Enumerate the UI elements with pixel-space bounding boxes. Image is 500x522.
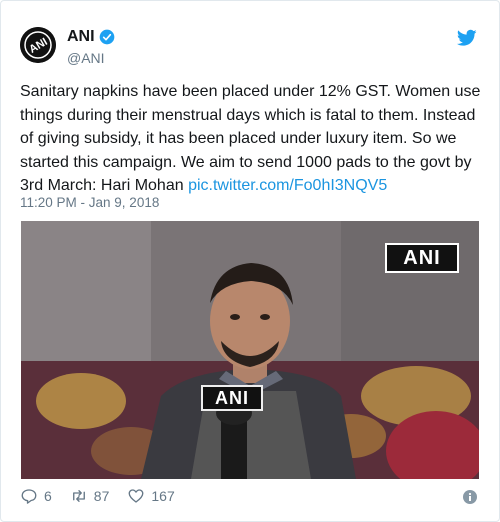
retweet-count: 87 (93, 488, 110, 504)
reply-icon (21, 489, 37, 504)
author-name[interactable]: ANI (67, 28, 95, 46)
like-count: 167 (151, 488, 175, 504)
tweet-card: ANI ANI @ANI Sanitary napkins have been … (0, 0, 500, 522)
like-button[interactable]: 167 (127, 487, 175, 505)
mic-flag-label: ANI (201, 385, 263, 411)
media-link[interactable]: pic.twitter.com/Fo0hI3NQV5 (188, 177, 387, 194)
action-bar: 6 87 167 (20, 487, 193, 505)
info-icon[interactable] (463, 490, 477, 504)
author-row: ANI (67, 28, 115, 46)
retweet-icon (72, 490, 85, 502)
tweet-text: Sanitary napkins have been placed under … (20, 80, 482, 198)
like-icon (128, 489, 144, 503)
reply-button[interactable]: 6 (20, 487, 52, 505)
author-handle[interactable]: @ANI (67, 50, 105, 66)
tweet-timestamp[interactable]: 11:20 PM - Jan 9, 2018 (20, 195, 159, 210)
twitter-bird-icon[interactable] (457, 29, 477, 47)
avatar[interactable]: ANI (20, 27, 56, 63)
ani-watermark: ANI (385, 243, 459, 273)
tweet-media-image[interactable]: ANI ANI (21, 221, 479, 479)
retweet-button[interactable]: 87 (70, 487, 110, 505)
verified-badge-icon (99, 29, 114, 45)
reply-count: 6 (44, 488, 52, 504)
